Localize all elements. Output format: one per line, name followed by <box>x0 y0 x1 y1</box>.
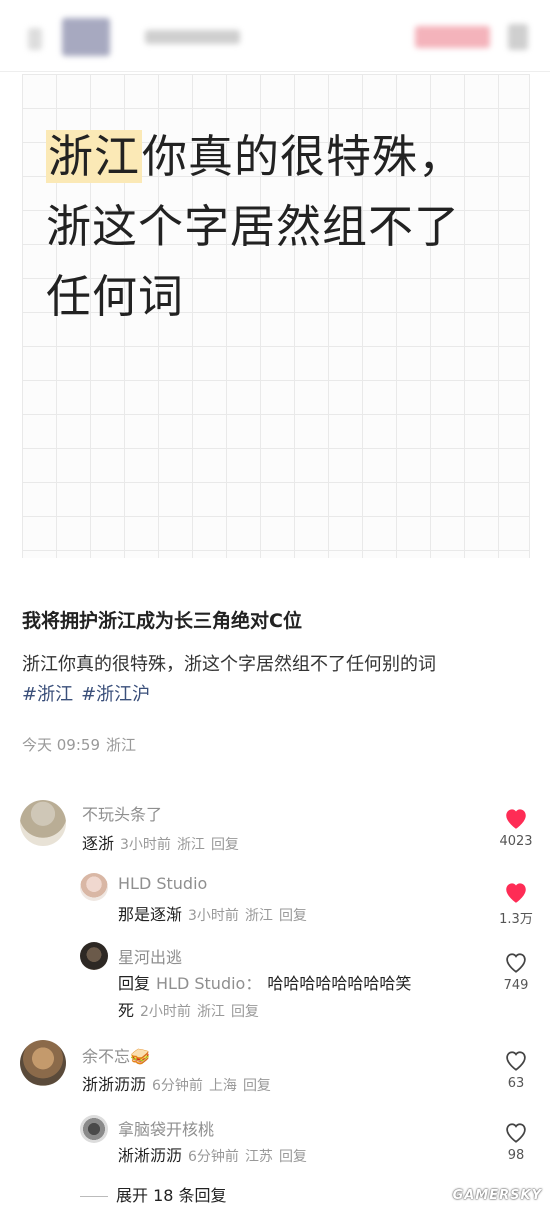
expand-replies-label[interactable]: 展开 18 条回复 <box>116 1186 227 1205</box>
comment-location: 江苏 <box>244 1149 273 1165</box>
reply-to-username[interactable]: HLD Studio： <box>156 974 261 993</box>
tag-link[interactable]: #浙江沪 <box>81 684 150 705</box>
reply-button[interactable]: 回复 <box>279 1149 307 1165</box>
headline-line-2: 浙这个字居然组不了 <box>46 200 461 253</box>
author-avatar[interactable] <box>62 18 110 56</box>
headline-line-1-rest: 你真的很特殊， <box>142 130 465 183</box>
reply-prefix: 回复 <box>118 974 151 993</box>
reply-button[interactable]: 回复 <box>279 908 307 924</box>
comment-text: 回复 HLD Studio： 哈哈哈哈哈哈哈哈笑 <box>118 971 411 997</box>
comment-text: 那是逐渐 3小时前 浙江 回复 <box>118 902 313 929</box>
like-count: 1.3万 <box>499 912 533 927</box>
tag-link[interactable]: #浙江 <box>22 684 73 705</box>
post-meta: 今天 09:59 浙江 <box>22 734 142 755</box>
comment-time: 6分钟前 <box>188 1149 239 1165</box>
reply-button[interactable]: 回复 <box>243 1078 271 1094</box>
headline-line-3: 任何词 <box>46 270 185 323</box>
expand-divider <box>80 1196 108 1197</box>
post-title: 我将拥护浙江成为长三角绝对C位 <box>22 610 302 632</box>
comment-username[interactable]: 星河出逃 <box>118 944 182 968</box>
comment-content: 淅淅沥沥 <box>118 1146 183 1165</box>
follow-button[interactable] <box>415 26 490 48</box>
like-count: 63 <box>507 1076 525 1091</box>
comment-location: 上海 <box>208 1078 237 1094</box>
comment-username[interactable]: HLD Studio <box>118 874 207 893</box>
comment-text: 逐浙 3小时前 浙江 回复 <box>82 831 245 858</box>
headline-line-1: 浙江你真的很特殊， <box>46 122 516 192</box>
heart-filled-icon <box>506 883 526 903</box>
heart-filled-icon <box>506 809 526 829</box>
expand-replies-button[interactable]: 展开 18 条回复 <box>80 1182 227 1206</box>
heart-outline-icon <box>506 1123 526 1143</box>
top-bar <box>0 0 550 72</box>
heart-outline-icon <box>506 1051 526 1071</box>
post-image-headline: 浙江你真的很特殊， 浙这个字居然组不了 任何词 <box>46 122 516 332</box>
comment-content: 哈哈哈哈哈哈哈哈笑 <box>267 974 412 993</box>
post-time: 今天 09:59 <box>22 736 100 754</box>
comment-username[interactable]: 余不忘🥪 <box>82 1043 150 1067</box>
heart-outline-icon <box>506 953 526 973</box>
like-count: 749 <box>503 978 529 993</box>
comment-location: 浙江 <box>176 837 205 853</box>
comment-text-continued: 死 2小时前 浙江 回复 <box>118 998 265 1025</box>
comment-username[interactable]: 拿脑袋开核桃 <box>118 1116 214 1140</box>
post-location: 浙江 <box>106 736 137 754</box>
reply-button[interactable]: 回复 <box>211 837 239 853</box>
like-count: 4023 <box>499 834 533 849</box>
avatar[interactable] <box>20 1040 66 1086</box>
back-icon[interactable] <box>28 28 42 50</box>
watermark: GAMERSKY <box>452 1188 542 1203</box>
comment-time: 2小时前 <box>140 1004 191 1020</box>
author-name[interactable] <box>145 30 240 44</box>
share-icon[interactable] <box>508 24 528 50</box>
like-button[interactable]: 1.3万 <box>496 880 536 927</box>
like-button[interactable]: 749 <box>496 950 536 993</box>
avatar[interactable] <box>80 1115 108 1143</box>
comment-username-text[interactable]: 余不忘 <box>82 1047 130 1066</box>
like-button[interactable]: 4023 <box>496 806 536 849</box>
comment-location: 浙江 <box>196 1004 225 1020</box>
avatar[interactable] <box>80 873 108 901</box>
comment-text: 浙浙沥沥 6分钟前 上海 回复 <box>82 1072 277 1099</box>
comment-time: 3小时前 <box>188 908 239 924</box>
comment-content: 那是逐渐 <box>118 905 183 924</box>
comment-username[interactable]: 不玩头条了 <box>82 801 162 825</box>
like-count: 98 <box>507 1148 525 1163</box>
post-tags: #浙江 #浙江沪 <box>22 680 158 706</box>
comment-content: 逐浙 <box>82 834 115 853</box>
comment-time: 3小时前 <box>120 837 171 853</box>
comment-content: 浙浙沥沥 <box>82 1075 147 1094</box>
reply-button[interactable]: 回复 <box>231 1004 259 1020</box>
headline-highlight: 浙江 <box>46 130 143 183</box>
comment-location: 浙江 <box>244 908 273 924</box>
post-body: 浙江你真的很特殊，浙这个字居然组不了任何别的词 <box>22 654 436 675</box>
like-button[interactable]: 63 <box>496 1048 536 1091</box>
comment-content: 死 <box>118 1001 135 1020</box>
comment-text: 淅淅沥沥 6分钟前 江苏 回复 <box>118 1143 313 1170</box>
sandwich-emoji: 🥪 <box>130 1047 150 1066</box>
like-button[interactable]: 98 <box>496 1120 536 1163</box>
comment-time: 6分钟前 <box>152 1078 203 1094</box>
avatar[interactable] <box>20 800 66 846</box>
avatar[interactable] <box>80 942 108 970</box>
